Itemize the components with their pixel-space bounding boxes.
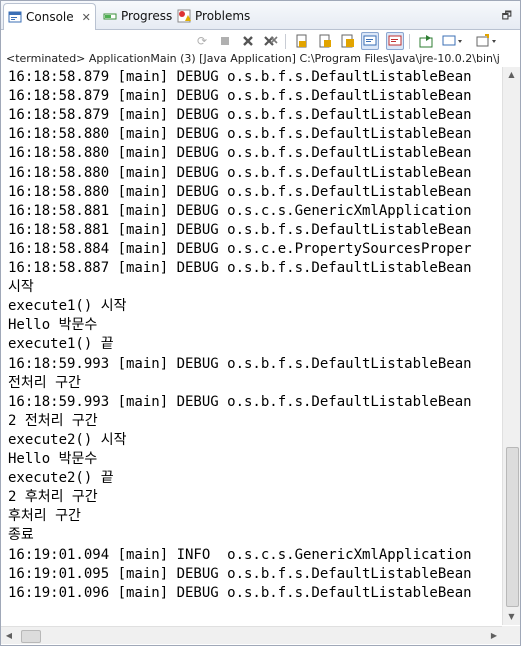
console-toolbar: ⟳ [1, 30, 520, 52]
console-dropdown-icon[interactable] [441, 32, 465, 50]
console-icon [8, 10, 22, 24]
open-console-icon[interactable] [417, 32, 435, 50]
vertical-scrollbar[interactable]: ▲ ▼ [502, 67, 520, 625]
close-icon[interactable]: ✕ [82, 11, 91, 24]
console-line: execute2() 시작 [8, 431, 127, 448]
console-line: 16:18:58.879 [main] DEBUG o.s.b.f.s.Defa… [8, 107, 472, 124]
console-line: execute2() 끝 [8, 470, 114, 487]
horizontal-scrollbar[interactable]: ◀ ▶ [1, 626, 502, 644]
show-console-stderr-icon[interactable] [361, 32, 379, 50]
console-line: 전처리 구간 [8, 374, 81, 391]
console-line: 시작 [8, 279, 34, 296]
console-line: execute1() 끝 [8, 336, 114, 353]
scroll-up-icon[interactable]: ▲ [503, 67, 520, 83]
view-tab-bar: Console ✕ Progress Problems 🗗 [1, 1, 520, 30]
tab-problems-label: Problems [195, 8, 251, 23]
console-line: 16:18:58.880 [main] DEBUG o.s.b.f.s.Defa… [8, 164, 472, 181]
tab-progress[interactable]: Progress [99, 3, 176, 28]
console-line: 후처리 구간 [8, 508, 81, 525]
console-line: Hello 박문수 [8, 451, 98, 467]
pin-console-icon[interactable]: ⟳ [193, 32, 211, 50]
tab-console-label: Console [26, 10, 74, 24]
display-selected-console-icon[interactable] [386, 32, 404, 50]
show-console-stdout-icon[interactable] [339, 32, 357, 50]
console-line: 16:18:58.879 [main] DEBUG o.s.b.f.s.Defa… [8, 69, 472, 85]
console-line: 16:19:01.094 [main] INFO o.s.c.s.Generic… [8, 546, 472, 563]
new-console-icon[interactable] [475, 32, 499, 50]
console-line: 16:18:59.993 [main] DEBUG o.s.b.f.s.Defa… [8, 393, 472, 410]
console-line: 종료 [8, 527, 34, 544]
console-line: 16:18:58.881 [main] DEBUG o.s.b.f.s.Defa… [8, 221, 472, 238]
console-view: Console ✕ Progress Problems 🗗 ⟳ <termina… [0, 0, 521, 646]
scroll-left-icon[interactable]: ◀ [1, 627, 17, 644]
scroll-lock-icon[interactable] [293, 32, 311, 50]
problems-icon [177, 9, 191, 23]
scrollbar-corner [502, 626, 520, 644]
console-line: 2 후처리 구간 [8, 489, 98, 506]
remove-launch-icon[interactable] [239, 32, 257, 50]
progress-icon [103, 9, 117, 23]
console-line: 16:18:58.884 [main] DEBUG o.s.c.e.Proper… [8, 240, 472, 257]
console-line: 16:19:01.095 [main] DEBUG o.s.b.f.s.Defa… [8, 565, 472, 582]
console-line: 2 전처리 구간 [8, 412, 98, 429]
tab-progress-label: Progress [121, 8, 173, 23]
horizontal-scroll-thumb[interactable] [21, 630, 41, 643]
tab-console[interactable]: Console ✕ [3, 3, 96, 30]
toolbar-separator [409, 34, 410, 49]
console-line: 16:18:58.880 [main] DEBUG o.s.b.f.s.Defa… [8, 145, 472, 162]
launch-status: <terminated> ApplicationMain (3) [Java A… [6, 52, 500, 65]
console-line: 16:18:58.880 [main] DEBUG o.s.b.f.s.Defa… [8, 183, 472, 200]
console-line: 16:18:58.879 [main] DEBUG o.s.b.f.s.Defa… [8, 88, 472, 105]
console-line: execute1() 시작 [8, 298, 127, 315]
minimize-maximize-icon[interactable]: 🗗 [502, 7, 512, 26]
console-line: 16:19:01.096 [main] DEBUG o.s.b.f.s.Defa… [8, 584, 472, 601]
console-line: 16:18:59.993 [main] DEBUG o.s.b.f.s.Defa… [8, 355, 472, 372]
console-line: Hello 박문수 [8, 317, 98, 334]
console-line: 16:18:58.881 [main] DEBUG o.s.c.s.Generi… [8, 202, 472, 219]
scroll-right-icon[interactable]: ▶ [486, 627, 502, 644]
tab-problems[interactable]: Problems [173, 3, 254, 28]
remove-all-terminated-icon[interactable] [262, 32, 280, 50]
scroll-down-icon[interactable]: ▼ [503, 609, 520, 625]
toolbar-separator [285, 34, 286, 49]
vertical-scroll-thumb[interactable] [506, 447, 519, 607]
word-wrap-icon[interactable] [316, 32, 334, 50]
console-output[interactable]: 16:18:58.879 [main] DEBUG o.s.b.f.s.Defa… [1, 67, 501, 625]
console-line: 16:18:58.887 [main] DEBUG o.s.b.f.s.Defa… [8, 260, 472, 276]
terminate-icon[interactable] [216, 32, 234, 50]
console-line: 16:18:58.880 [main] DEBUG o.s.b.f.s.Defa… [8, 126, 472, 143]
